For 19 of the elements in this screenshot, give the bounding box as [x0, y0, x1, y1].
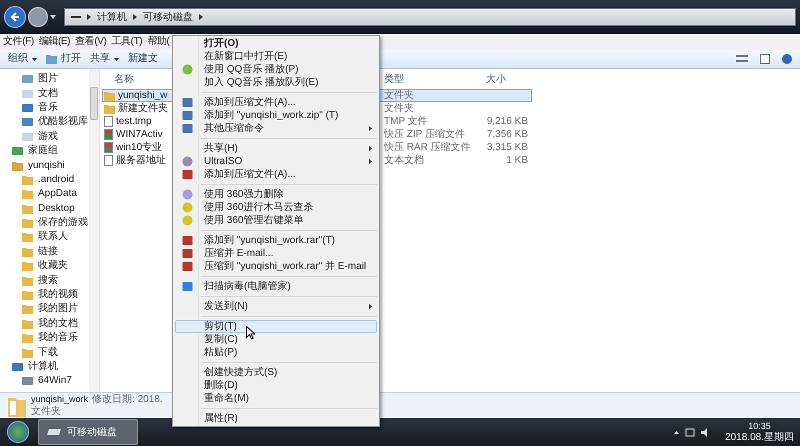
file-type: 文件夹 [384, 102, 415, 114]
file-size: 1 KB [505, 154, 528, 166]
file-name: 新建文件夹 [118, 102, 168, 114]
details-modified: 修改日期: 2018. [92, 394, 163, 406]
file-name: 服务器地址 [116, 154, 166, 166]
file-name: win10专业 [116, 142, 162, 154]
file-type: 快压 RAR 压缩文件 [384, 142, 472, 154]
file-size: 9,216 KB [486, 116, 528, 128]
file-name: yunqishi_w [118, 90, 168, 102]
file-type: TMP 文件 [384, 116, 429, 128]
file-type: 文本文档 [384, 154, 425, 166]
file-size: 7,356 KB [486, 128, 528, 140]
file-size: 3,315 KB [486, 142, 528, 154]
file-type: 文件夹 [384, 90, 415, 102]
file-name: WIN7Activ [116, 128, 163, 140]
details-type: 文件夹 [31, 406, 62, 418]
details-name: yunqishi_work [31, 393, 88, 405]
file-type: 快压 ZIP 压缩文件 [384, 128, 466, 140]
file-name: test.tmp [116, 116, 152, 128]
